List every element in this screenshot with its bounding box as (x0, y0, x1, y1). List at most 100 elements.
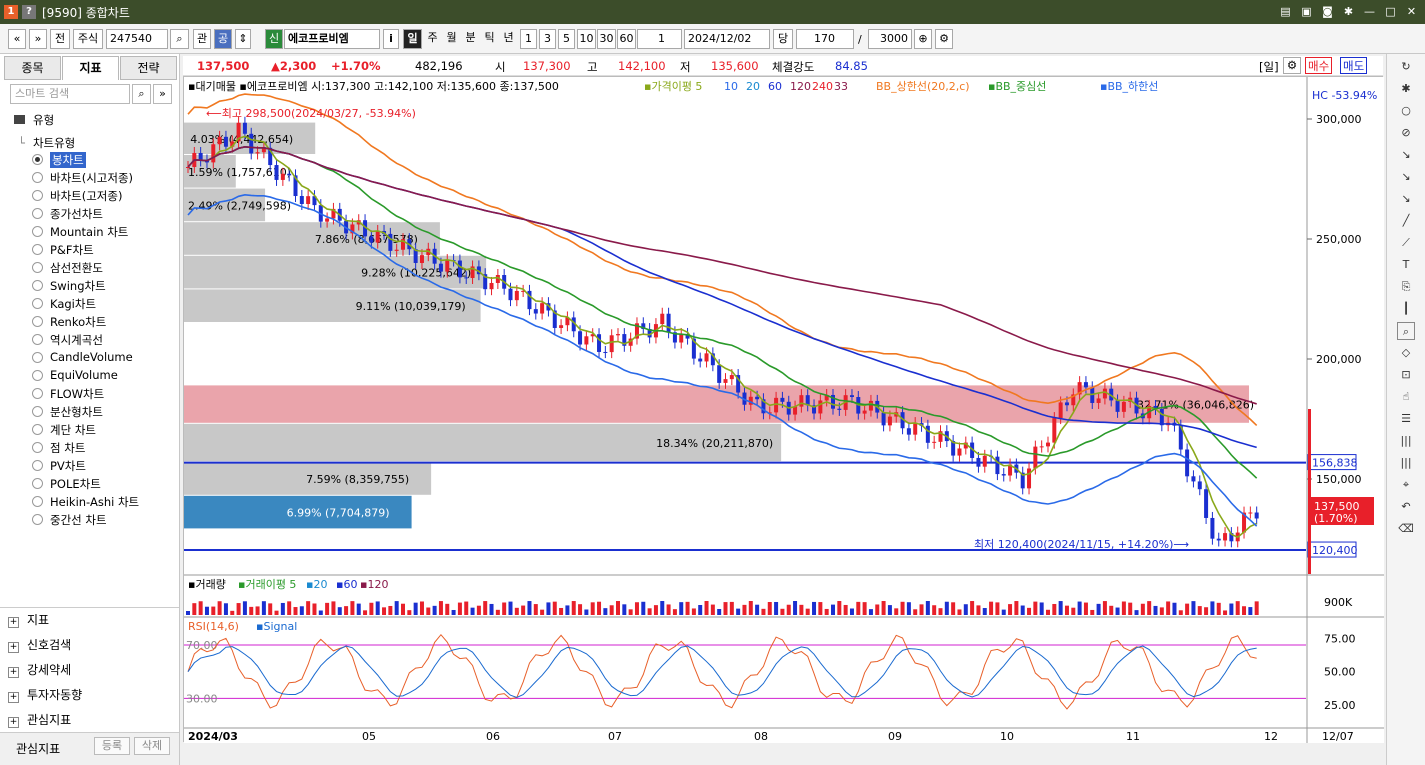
chart-type-item[interactable]: Kagi차트 (50, 296, 96, 312)
chart-type-item[interactable]: CandleVolume (50, 350, 133, 364)
radio-icon[interactable] (32, 460, 43, 471)
radio-icon[interactable] (32, 280, 43, 291)
total-input[interactable]: 3000 (868, 29, 912, 49)
chart-type-item[interactable]: 봉차트 (50, 152, 86, 168)
date-input[interactable]: 2024/12/02 (684, 29, 770, 49)
bars2-icon[interactable]: ||| (1397, 454, 1415, 472)
radio-icon[interactable] (32, 370, 43, 381)
chart-type-item[interactable]: EquiVolume (50, 368, 118, 382)
chart-type-item[interactable]: PV차트 (50, 458, 86, 474)
radio-icon[interactable] (32, 208, 43, 219)
dang-button[interactable]: 당 (773, 29, 793, 49)
updown-stepper[interactable]: ⇕ (235, 29, 251, 49)
save-icon[interactable]: ▣ (1299, 4, 1314, 19)
tree-root[interactable]: 유형 (14, 112, 54, 128)
radio-icon[interactable] (32, 478, 43, 489)
crosshair-icon[interactable]: ⊘ (1397, 124, 1415, 142)
minimize-icon[interactable]: — (1362, 4, 1377, 19)
radio-icon[interactable] (32, 388, 43, 399)
zoom-icon[interactable]: ⊕ (914, 29, 932, 49)
interval-10-button[interactable]: 10 (577, 29, 596, 49)
market-select[interactable]: 주식 (73, 29, 103, 49)
text-tool-icon[interactable]: T (1397, 256, 1415, 274)
chart-type-item[interactable]: 바차트(고저종) (50, 188, 122, 204)
undo-icon[interactable]: ↶ (1397, 498, 1415, 516)
chart-type-item[interactable]: Swing차트 (50, 278, 106, 294)
expand-plus-icon[interactable]: + (8, 667, 19, 678)
radio-icon[interactable] (32, 334, 43, 345)
radio-icon[interactable] (32, 262, 43, 273)
buy-button[interactable]: 매수 (1305, 57, 1333, 74)
gong-button[interactable]: 공 (214, 29, 232, 49)
diagonal-line-icon[interactable]: ╱ (1397, 212, 1415, 230)
chart-type-item[interactable]: 점 차트 (50, 440, 85, 456)
expand-plus-icon[interactable]: + (8, 717, 19, 728)
chart-type-item[interactable]: 계단 차트 (50, 422, 96, 438)
trend-tool-icon[interactable]: ↘ (1397, 190, 1415, 208)
pointer-icon[interactable]: ☝ (1397, 388, 1415, 406)
bars-icon[interactable]: ||| (1397, 432, 1415, 450)
chart-gear-icon[interactable]: ⚙ (1283, 57, 1301, 74)
close-icon[interactable]: ✕ (1404, 4, 1419, 19)
arrow-tool-icon[interactable]: ↘ (1397, 168, 1415, 186)
period-tick-button[interactable]: 틱 (481, 29, 498, 49)
tab-stocks[interactable]: 종목 (4, 56, 61, 80)
radio-icon[interactable] (32, 316, 43, 327)
radio-icon[interactable] (32, 514, 43, 525)
section-item[interactable]: + 신호검색 (8, 636, 71, 653)
settings-icon[interactable]: ✱ (1397, 80, 1415, 98)
collapse-icon[interactable]: » (153, 84, 172, 104)
period-year-button[interactable]: 년 (500, 29, 517, 49)
gann-icon[interactable]: ⌖ (1397, 476, 1415, 494)
period-week-button[interactable]: 주 (424, 29, 441, 49)
kan-button[interactable]: 관 (193, 29, 211, 49)
help-icon[interactable]: ? (22, 5, 36, 19)
radio-icon[interactable] (32, 406, 43, 417)
refresh-icon[interactable]: ↻ (1397, 58, 1415, 76)
window-number-icon[interactable]: 1 (4, 5, 18, 19)
radio-icon[interactable] (32, 496, 43, 507)
circle-icon[interactable]: ○ (1397, 102, 1415, 120)
zoom-area-icon[interactable]: ⊡ (1397, 366, 1415, 384)
day-toggle[interactable]: [일] (1259, 59, 1279, 75)
interval-30-button[interactable]: 30 (597, 29, 616, 49)
tree-group-chart-type[interactable]: └ 차트유형 (18, 135, 75, 151)
chart-type-item[interactable]: 중간선 차트 (50, 512, 107, 528)
chart-type-item[interactable]: P&F차트 (50, 242, 94, 258)
radio-icon[interactable] (32, 190, 43, 201)
count-input[interactable]: 170 (796, 29, 854, 49)
period-minute-button[interactable]: 분 (462, 29, 479, 49)
expand-plus-icon[interactable]: + (8, 692, 19, 703)
chart-type-item[interactable]: FLOW차트 (50, 386, 104, 402)
interval-value-select[interactable]: 1 (637, 29, 682, 49)
delete-button[interactable]: 삭제 (134, 737, 170, 755)
fibonacci-icon[interactable]: ☰ (1397, 410, 1415, 428)
chart-type-item[interactable]: Renko차트 (50, 314, 106, 330)
tab-strategy[interactable]: 전략 (120, 56, 177, 80)
annotation-icon[interactable]: ⎘ (1397, 278, 1415, 296)
auto-trend-icon[interactable]: ⟋ (1397, 234, 1415, 252)
stock-name-field[interactable]: 에코프로비엠 (284, 29, 380, 49)
camera-icon[interactable]: ◙ (1320, 4, 1335, 19)
radio-icon[interactable] (32, 244, 43, 255)
radio-icon[interactable] (32, 226, 43, 237)
chart-type-item[interactable]: Mountain 차트 (50, 224, 128, 240)
info-button[interactable]: i (383, 29, 399, 49)
nav-down-button[interactable]: » (29, 29, 47, 49)
radio-icon[interactable] (32, 352, 43, 363)
radio-icon[interactable] (32, 442, 43, 453)
section-item[interactable]: + 지표 (8, 611, 49, 628)
section-item[interactable]: + 관심지표 (8, 711, 71, 728)
chart-type-item[interactable]: 종가선차트 (50, 206, 103, 222)
section-item[interactable]: + 투자자동향 (8, 686, 82, 703)
candle-tool-icon[interactable]: ┃ (1397, 300, 1415, 318)
search-icon[interactable]: ⌕ (132, 84, 151, 104)
chart-type-item[interactable]: Heikin-Ashi 차트 (50, 494, 139, 510)
period-day-button[interactable]: 일 (403, 29, 422, 49)
radio-icon[interactable] (32, 172, 43, 183)
tab-indicators[interactable]: 지표 (62, 56, 119, 80)
interval-60-button[interactable]: 60 (617, 29, 636, 49)
search-icon[interactable]: ⌕ (170, 29, 189, 49)
sell-button[interactable]: 매도 (1340, 57, 1368, 74)
chart-type-item[interactable]: 분산형차트 (50, 404, 103, 420)
